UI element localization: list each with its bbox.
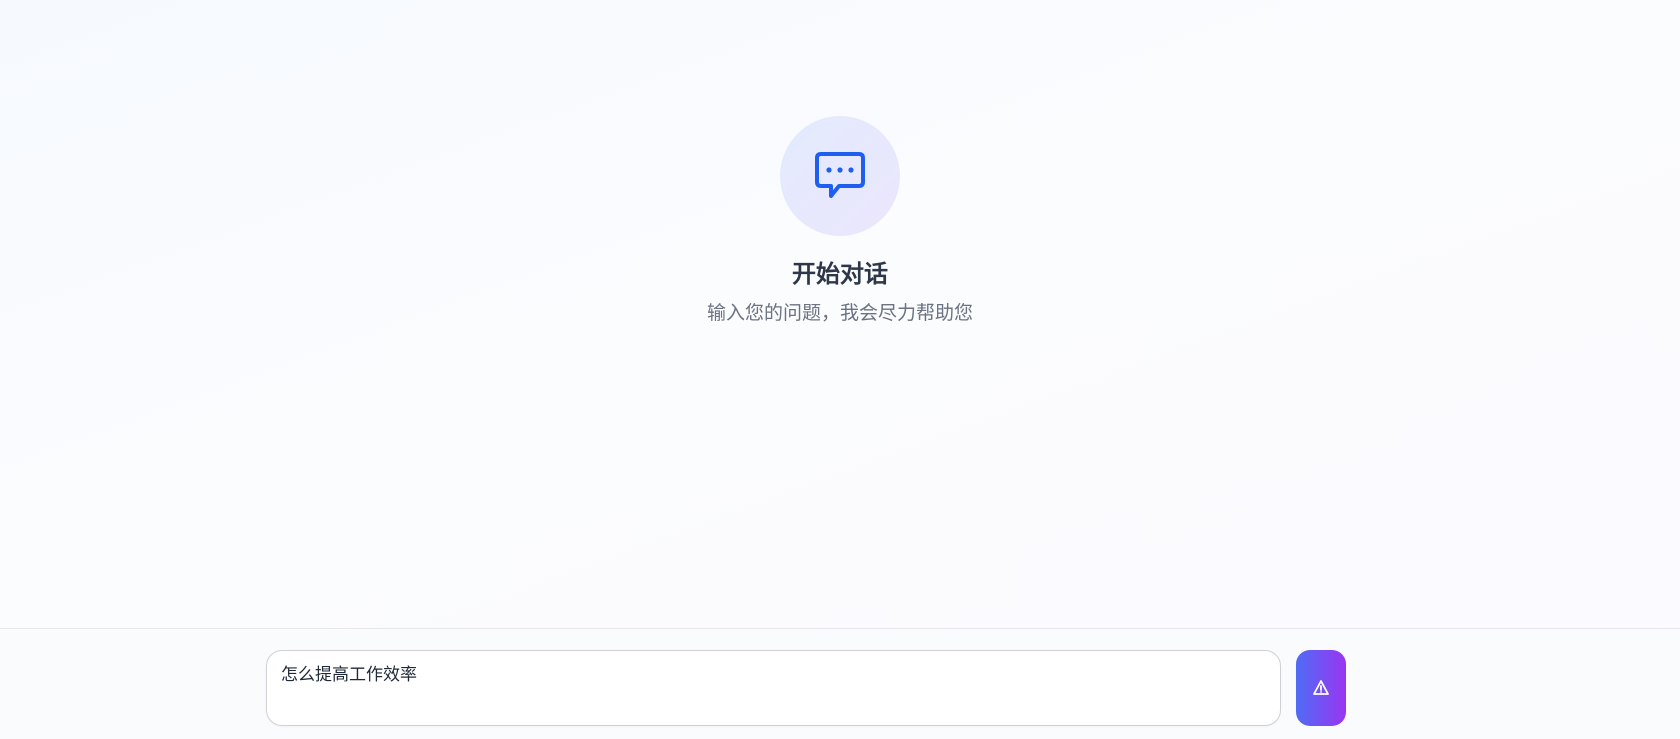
- send-icon: [1313, 680, 1329, 695]
- send-button[interactable]: [1296, 650, 1346, 726]
- message-input[interactable]: 怎么提高工作效率: [266, 650, 1281, 726]
- chat-area: 开始对话 输入您的问题，我会尽力帮助您: [0, 0, 1680, 628]
- empty-state-subtitle: 输入您的问题，我会尽力帮助您: [706, 302, 973, 324]
- empty-state-icon-container: [780, 116, 900, 236]
- empty-state-title: 开始对话: [792, 260, 888, 288]
- chat-bubble-dots-icon: [815, 152, 865, 198]
- composer-bar: 怎么提高工作效率: [0, 628, 1680, 739]
- empty-state: 开始对话 输入您的问题，我会尽力帮助您: [0, 116, 1680, 326]
